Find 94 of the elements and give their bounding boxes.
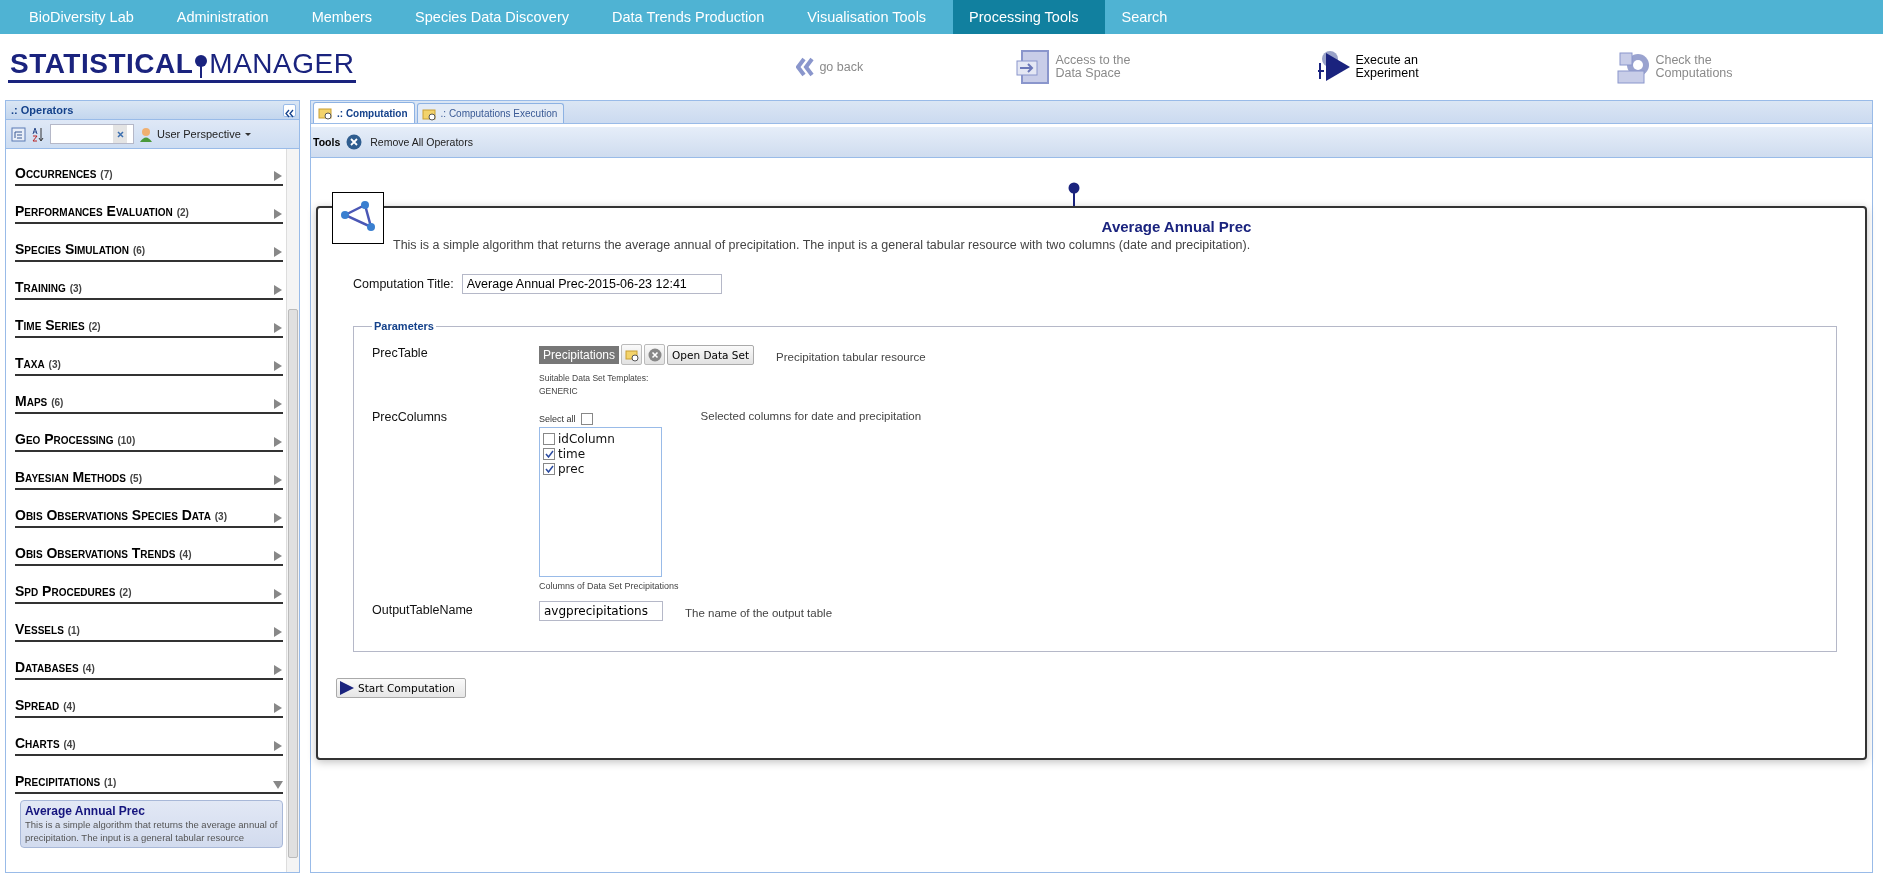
caret-icon [244,132,251,136]
toolbar-label: Tools [313,136,341,148]
category-header[interactable]: Performances Evaluation (2) [15,189,283,224]
folder-search-icon [421,106,436,121]
parameter-name: PrecTable [372,345,429,362]
category-name: Charts (4) [15,735,76,751]
category-header[interactable]: Training (3) [15,265,283,300]
collapse-button[interactable] [283,103,296,117]
category-header[interactable]: Spread (4) [15,683,283,718]
selected-table-chip: Precipitations [539,345,620,364]
category-name: Training (3) [15,279,82,295]
select-all-label: Select all [539,414,576,424]
category-header[interactable]: Precipitations (1) [15,759,283,794]
clear-button[interactable] [644,344,666,365]
panel-title: .: Operators [11,104,74,116]
pin-icon [1068,182,1080,206]
category-header[interactable]: Vessels (1) [15,607,283,642]
category-name: Bayesian Methods (5) [15,469,142,485]
group-legend: Parameters [372,320,436,332]
category-name: Species Simulation (6) [15,241,146,257]
action-label: Access to the Data Space [1055,54,1132,80]
app-logo: STATISTICAL MANAGER [8,47,357,83]
action-label: Execute an Experiment [1355,54,1420,80]
category-header[interactable]: Maps (6) [15,379,283,414]
output-table-field[interactable]: avgprecipitations [539,601,663,621]
column-option[interactable]: time [543,446,658,461]
parameter-description: Selected columns for date and precipitation [700,409,922,422]
data-action[interactable]: Access to the Data Space [1016,49,1317,85]
category-header[interactable]: Spd Procedures (2) [15,569,283,604]
checkbox[interactable] [580,413,593,425]
operator-item[interactable]: Average Annual Prec This is a simple algorithm that returns the average annual of precipitation. The input is a general tabular resource [20,800,283,848]
folder-search-icon [318,106,332,120]
category-name: Spread (4) [15,697,76,713]
person-icon [139,126,153,142]
action-label: go back [819,60,865,74]
play-icon [339,680,355,696]
operator-title: Average Annual Prec [25,804,146,818]
template-hint: Suitable Data Set Templates: GENERIC [539,372,650,398]
category-name: Databases (4) [15,659,95,675]
column-option[interactable]: prec [543,461,658,476]
checkbox[interactable] [543,447,555,460]
execute-action[interactable]: Execute an Experiment [1316,49,1617,85]
check-action[interactable]: Check the Computations [1616,49,1883,85]
tree-view-icon[interactable] [11,126,26,142]
open-data-set-button[interactable]: Open Data Set [667,344,755,365]
scrollbar[interactable] [286,149,299,872]
action-label: Check the Computations [1655,54,1734,80]
operator-description: This is a simple algorithm that returns the average annual of precipitation. The input is a general tabular resource [25,818,278,844]
checkbox[interactable] [543,432,555,445]
category-name: Taxa (3) [15,355,61,371]
search-field[interactable] [50,124,134,144]
category-name: Maps (6) [15,393,64,409]
category-name: Spd Procedures (2) [15,583,132,599]
category-header[interactable]: Geo Processing (10) [15,417,283,452]
operator-title: Average Annual Prec [1100,217,1253,237]
category-header[interactable]: Charts (4) [15,721,283,756]
sort-az-icon[interactable] [31,126,45,142]
category-name: Obis Observations Trends (4) [15,545,192,561]
checkbox[interactable] [543,462,555,475]
category-header[interactable]: Time Series (2) [15,303,283,338]
computation-title-field[interactable]: Average Annual Prec-2015-06-23 12:41 [461,274,722,294]
category-header[interactable]: Obis Observations Trends (4) [15,531,283,566]
close-icon [647,347,662,362]
start-computation-button[interactable]: Start Computation [336,678,466,698]
category-name: Obis Observations Species Data (3) [15,507,227,523]
category-header[interactable]: Species Simulation (6) [15,227,283,262]
category-name: Geo Processing (10) [15,431,136,447]
category-header[interactable]: Bayesian Methods (5) [15,455,283,490]
folder-search-icon [624,347,639,362]
category-name: Precipitations (1) [15,773,117,789]
nav-tab[interactable]: Processing Tools [953,0,1106,34]
category-header[interactable]: Taxa (3) [15,341,283,376]
back-action[interactable]: go back [796,49,1017,85]
close-icon [346,134,363,150]
category-header[interactable]: Databases (4) [15,645,283,680]
remove-all-button[interactable]: Remove All Operators [346,134,473,150]
parameter-description: The name of the output table [685,606,833,619]
category-name: Performances Evaluation (2) [15,203,189,219]
parameter-description: Precipitation tabular resource [776,349,926,363]
column-option[interactable]: idColumn [543,431,658,446]
category-header[interactable]: Obis Observations Species Data (3) [15,493,283,528]
category-header[interactable]: Occurrences (7) [15,151,283,186]
tab[interactable]: .: Computations Execution [416,103,565,123]
category-name: Time Series (2) [15,317,101,333]
operator-description: This is a simple algorithm that returns the average annual of precipitation. The input is a general tabular resource with two columns (date and precipitation). [393,238,1252,252]
parameter-name: OutputTableName [372,602,474,619]
clear-icon [115,129,125,139]
column-list-caption: Columns of Data Set Precipitations [539,581,679,591]
category-name: Vessels (1) [15,621,80,637]
tab[interactable]: .: Computation [313,102,415,123]
parameter-name: PrecColumns [372,409,449,426]
browse-button[interactable] [621,344,643,365]
field-label: Computation Title: [353,277,454,291]
category-name: Occurrences (7) [15,165,113,181]
